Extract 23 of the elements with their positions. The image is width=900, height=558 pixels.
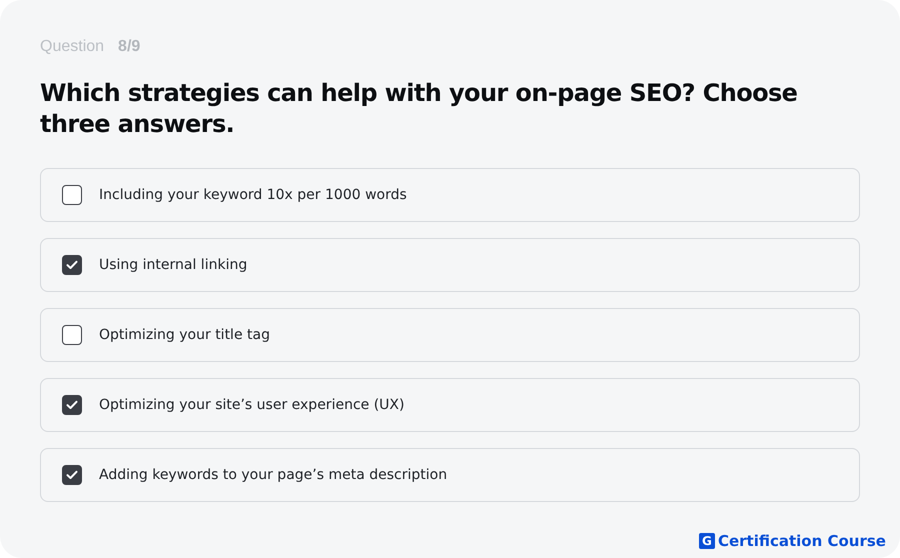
question-counter: 8/9 [118, 38, 140, 56]
checkbox[interactable] [62, 255, 82, 275]
answer-label: Optimizing your title tag [99, 327, 270, 343]
brand-name: Certification Course [718, 532, 886, 550]
answer-option[interactable]: Including your keyword 10x per 1000 words [40, 168, 860, 222]
logo-mark: G [698, 533, 715, 549]
answer-label: Using internal linking [99, 257, 248, 273]
answer-option[interactable]: Adding keywords to your page’s meta description [40, 448, 860, 502]
checkbox[interactable] [62, 325, 82, 345]
check-icon [66, 470, 78, 480]
checkbox[interactable] [62, 465, 82, 485]
answer-option[interactable]: Optimizing your site’s user experience (UX) [40, 378, 860, 432]
checkbox[interactable] [62, 185, 82, 205]
answer-label: Adding keywords to your page’s meta description [99, 467, 448, 483]
check-icon [66, 260, 78, 270]
answer-option[interactable]: Using internal linking [40, 238, 860, 292]
answer-label: Optimizing your site’s user experience (UX) [99, 397, 404, 413]
answer-option[interactable]: Optimizing your title tag [40, 308, 860, 362]
question-label: Question [40, 38, 104, 56]
checkbox[interactable] [62, 395, 82, 415]
answer-label: Including your keyword 10x per 1000 words [99, 187, 407, 203]
question-text: Which strategies can help with your on-page SEO? Choose three answers. [40, 78, 798, 140]
check-icon [66, 400, 78, 410]
